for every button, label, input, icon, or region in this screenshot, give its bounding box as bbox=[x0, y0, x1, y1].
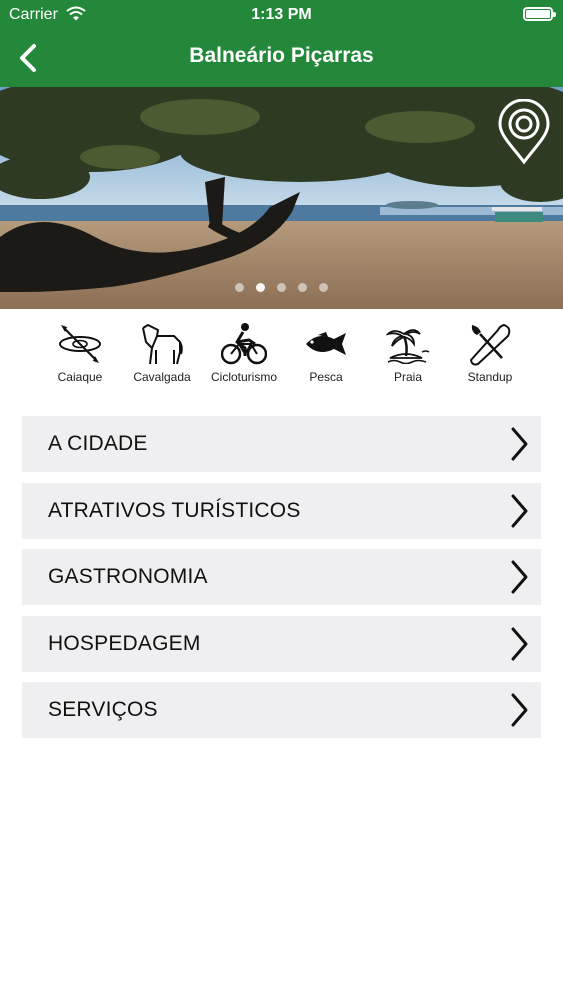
menu-item-gastronomia[interactable]: GASTRONOMIA bbox=[22, 549, 541, 605]
page-dot[interactable] bbox=[277, 283, 286, 292]
menu-item-a-cidade[interactable]: A CIDADE bbox=[22, 416, 541, 472]
clock: 1:13 PM bbox=[251, 6, 312, 23]
category-cavalgada[interactable]: Cavalgada bbox=[122, 322, 202, 392]
chevron-left-icon bbox=[20, 44, 36, 72]
menu-item-label: HOSPEDAGEM bbox=[48, 631, 201, 655]
menu-item-label: A CIDADE bbox=[48, 432, 148, 455]
chevron-right-icon bbox=[511, 560, 528, 594]
menu-item-hospedagem[interactable]: HOSPEDAGEM bbox=[22, 615, 541, 672]
category-cicloturismo[interactable]: Cicloturismo bbox=[204, 322, 284, 392]
category-label: Pesca bbox=[309, 370, 343, 384]
menu-item-servicos[interactable]: SERVIÇOS bbox=[22, 682, 541, 738]
battery-icon bbox=[523, 7, 556, 21]
category-bar: Caiaque Cavalgada Cicloturismo Pesca Pra… bbox=[40, 322, 530, 392]
page-indicator[interactable] bbox=[0, 283, 563, 292]
page-dot[interactable] bbox=[319, 283, 328, 292]
category-label: Cicloturismo bbox=[210, 370, 277, 384]
category-label: Caiaque bbox=[57, 370, 103, 384]
chevron-right-icon bbox=[511, 627, 528, 660]
beach-icon bbox=[368, 322, 448, 366]
nav-bar: Balneário Piçarras bbox=[0, 30, 563, 87]
menu-item-label: GASTRONOMIA bbox=[48, 565, 208, 588]
menu-item-label: SERVIÇOS bbox=[48, 698, 158, 721]
menu-item-atrativos-turisticos[interactable]: ATRATIVOS TURÍSTICOS bbox=[22, 482, 541, 539]
chevron-right-icon bbox=[511, 427, 528, 461]
fish-icon bbox=[286, 322, 366, 366]
category-label: Praia bbox=[393, 370, 422, 384]
kayak-icon bbox=[40, 322, 120, 366]
category-label: Cavalgada bbox=[133, 370, 191, 384]
category-praia[interactable]: Praia bbox=[368, 322, 448, 392]
main-menu: A CIDADE ATRATIVOS TURÍSTICOS GASTRONOMI… bbox=[22, 416, 541, 749]
horse-icon bbox=[122, 322, 202, 366]
back-button[interactable] bbox=[10, 40, 46, 76]
page-dot-active[interactable] bbox=[256, 283, 265, 292]
category-label: Standup bbox=[467, 370, 513, 384]
hero-image bbox=[0, 87, 563, 309]
menu-item-label: ATRATIVOS TURÍSTICOS bbox=[48, 498, 301, 522]
hero-carousel[interactable] bbox=[0, 87, 563, 309]
chevron-right-icon bbox=[511, 693, 528, 727]
map-pin-button[interactable] bbox=[497, 98, 551, 170]
category-caiaque[interactable]: Caiaque bbox=[40, 322, 120, 392]
category-pesca[interactable]: Pesca bbox=[286, 322, 366, 392]
page-dot[interactable] bbox=[298, 283, 307, 292]
bicycle-icon bbox=[204, 322, 284, 366]
standup-paddle-icon bbox=[450, 322, 530, 366]
page-title: Balneário Piçarras bbox=[189, 44, 374, 67]
chevron-right-icon bbox=[511, 494, 528, 527]
page-dot[interactable] bbox=[235, 283, 244, 292]
status-bar: Carrier 1:13 PM bbox=[0, 0, 563, 30]
category-standup[interactable]: Standup bbox=[450, 322, 530, 392]
map-pin-icon bbox=[498, 98, 550, 165]
